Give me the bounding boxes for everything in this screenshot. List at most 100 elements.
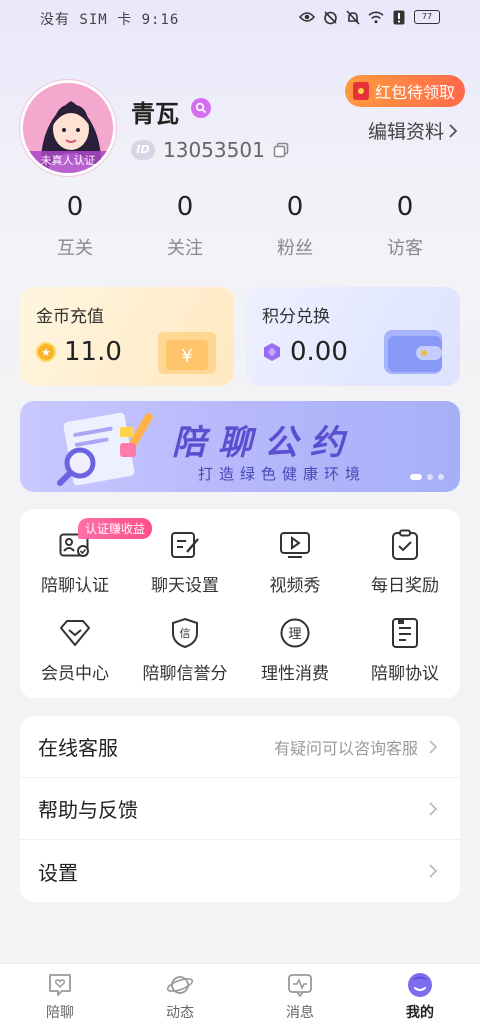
avatar[interactable]: 未真人认证 (20, 80, 116, 176)
grid-item-chat-agreement[interactable]: 陪聊协议 (350, 615, 460, 685)
chevron-right-icon (449, 123, 458, 138)
tab-label: 我的 (406, 1005, 434, 1021)
stat-value: 0 (66, 192, 84, 222)
grid-item-label: 理性消费 (261, 664, 329, 684)
stat-visitors[interactable]: 0 访客 (350, 190, 460, 260)
banner-title: 陪聊公约 (172, 423, 356, 463)
pagination-dot (438, 474, 444, 480)
diamond-icon (57, 615, 93, 651)
redpacket-button[interactable]: 红包待领取 (344, 75, 465, 107)
grid-item-label: 陪聊认证 (41, 576, 109, 596)
menu-item-settings[interactable]: 设置 (20, 840, 460, 902)
edit-profile-label: 编辑资料 (367, 121, 444, 143)
tab-label: 动态 (166, 1005, 194, 1021)
battery-icon: 77 (414, 10, 440, 24)
bottom-tab-bar: 陪聊 动态 消息 我的 (0, 963, 480, 1027)
grid-item-chat-settings[interactable]: 聊天设置 (130, 527, 240, 597)
alert-icon (391, 9, 407, 25)
video-icon (277, 527, 313, 563)
chevron-right-icon (429, 864, 438, 878)
stat-label: 关注 (167, 238, 203, 259)
grid-item-video-show[interactable]: 视频秀 (240, 527, 350, 597)
grid-item-credit-score[interactable]: 信 陪聊信誉分 (130, 615, 240, 685)
function-grid-card: 认证赚收益 陪聊认证 聊天设置 视频秀 每日奖励 会员中心 信 陪聊信誉分 理 … (20, 509, 460, 698)
stat-mutual[interactable]: 0 互关 (20, 190, 130, 260)
coin-recharge-card[interactable]: 金币充值 ★ 11.0 ¥ (20, 287, 234, 386)
planet-icon (166, 976, 194, 994)
menu-item-hint: 有疑问可以咨询客服 (273, 738, 418, 758)
bell-off-icon (345, 9, 361, 25)
stat-value: 0 (176, 192, 194, 222)
menu-item-label: 帮助与反馈 (38, 798, 138, 822)
stat-label: 访客 (387, 238, 423, 259)
banner-pagination (410, 474, 444, 480)
stat-followers[interactable]: 0 粉丝 (240, 190, 350, 260)
menu-item-label: 设置 (38, 860, 78, 885)
status-bar: 没有 SIM 卡 9:16 77 (0, 0, 480, 36)
status-icons: 77 (299, 9, 440, 25)
tab-messages[interactable]: 消息 (240, 964, 360, 1027)
edit-profile-link[interactable]: 编辑资料 (368, 117, 458, 144)
coin-card-title: 金币充值 (36, 307, 104, 327)
tab-label: 消息 (286, 1005, 314, 1021)
grid-item-label: 每日奖励 (371, 576, 439, 596)
redpacket-label: 红包待领取 (374, 83, 455, 102)
coin-icon: ★ (36, 342, 56, 362)
pagination-dot (427, 474, 433, 480)
status-carrier-time: 没有 SIM 卡 9:16 (40, 12, 180, 28)
grid-item-label: 陪聊协议 (371, 664, 439, 684)
banner-subtitle: 打造绿色健康环境 (198, 465, 367, 483)
nickname: 青瓦 (131, 100, 179, 128)
grid-item-chat-certification[interactable]: 认证赚收益 陪聊认证 (20, 518, 153, 597)
grid-item-member-center[interactable]: 会员中心 (20, 615, 130, 685)
grid-item-daily-reward[interactable]: 每日奖励 (350, 527, 460, 597)
chevron-right-icon (429, 801, 438, 816)
tab-moments[interactable]: 动态 (120, 964, 240, 1027)
points-exchange-card[interactable]: 积分兑换 0.00 (246, 287, 460, 386)
banner-illustration (57, 412, 153, 486)
alarm-off-icon (322, 9, 338, 25)
points-card-title: 积分兑换 (262, 307, 330, 327)
user-id-number: 13053501 (163, 138, 265, 162)
eye-icon (299, 9, 315, 25)
clipboard-check-icon (387, 527, 423, 563)
menu-item-label: 在线客服 (38, 736, 118, 760)
avatar-verification-badge: 未真人认证 (23, 151, 113, 173)
menu-item-help-feedback[interactable]: 帮助与反馈 (20, 778, 460, 840)
edit-icon (167, 527, 203, 563)
grid-item-label: 视频秀 (269, 576, 321, 596)
user-id-row: ID 13053501 (131, 138, 289, 162)
tab-mine[interactable]: 我的 (360, 964, 480, 1027)
stats-row: 0 互关 0 关注 0 粉丝 0 访客 (20, 190, 460, 260)
stat-label: 互关 (57, 238, 93, 259)
shield-credit-char: 信 (180, 627, 191, 640)
menu-item-online-service[interactable]: 在线客服 有疑问可以咨询客服 (20, 716, 460, 778)
grid-item-rational-spending[interactable]: 理 理性消费 (240, 615, 350, 685)
function-grid: 认证赚收益 陪聊认证 聊天设置 视频秀 每日奖励 会员中心 信 陪聊信誉分 理 … (20, 518, 460, 685)
shield-credit-icon: 信 (167, 615, 203, 651)
menu-list: 在线客服 有疑问可以咨询客服 帮助与反馈 设置 (20, 716, 460, 902)
stat-label: 粉丝 (277, 238, 313, 259)
wallet-icon (384, 330, 442, 374)
document-icon (387, 615, 423, 651)
tab-chat[interactable]: 陪聊 (0, 964, 120, 1027)
coin-value-row: ★ 11.0 (36, 337, 122, 367)
copy-icon[interactable] (273, 142, 289, 158)
svg-text:¥: ¥ (181, 346, 192, 367)
stat-value: 0 (286, 192, 304, 222)
grid-item-label: 陪聊信誉分 (142, 664, 228, 684)
coin-box-icon: ¥ (158, 332, 216, 374)
convention-banner[interactable]: 陪聊公约 打造绿色健康环境 (20, 401, 460, 492)
heart-chat-icon (49, 974, 71, 996)
redpacket-icon (352, 82, 369, 100)
stat-following[interactable]: 0 关注 (130, 190, 240, 260)
tab-label: 陪聊 (46, 1005, 74, 1021)
grid-item-label: 会员中心 (41, 664, 109, 684)
wifi-icon (368, 9, 384, 25)
gem-icon (264, 343, 280, 361)
verify-search-icon[interactable] (191, 98, 211, 118)
chevron-right-icon (429, 739, 438, 754)
reason-char: 理 (288, 627, 301, 642)
points-balance: 0.00 (290, 337, 348, 367)
pagination-dot-active (410, 474, 422, 480)
